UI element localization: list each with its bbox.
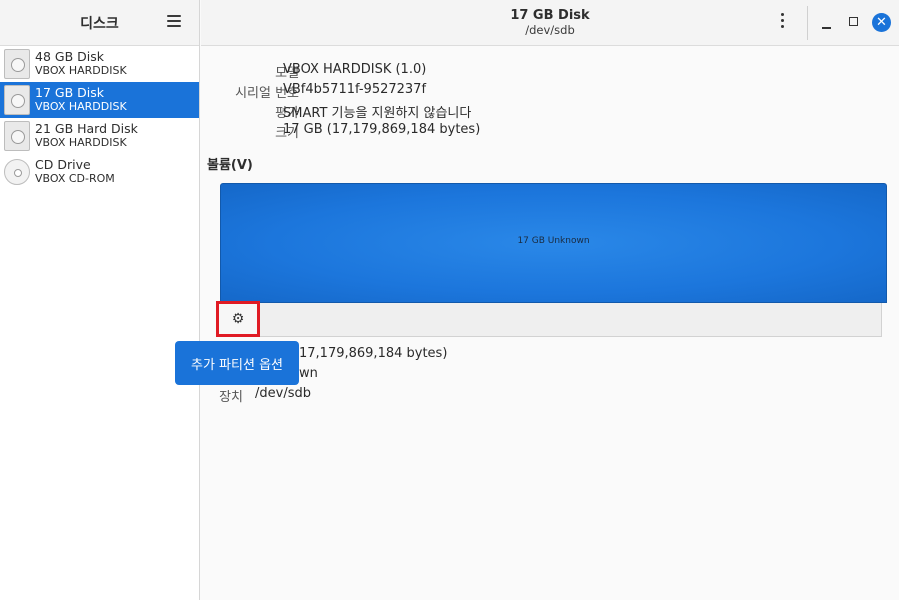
harddisk-icon bbox=[4, 85, 30, 115]
volume-toolbar bbox=[220, 303, 882, 337]
sidebar: 디스크 48 GB Disk VBOX HARDDISK 17 GB Disk … bbox=[0, 0, 200, 600]
disk-model: VBOX CD-ROM bbox=[35, 172, 115, 185]
cd-drive-icon bbox=[4, 159, 30, 185]
volume-partition-block[interactable]: 17 GB Unknown bbox=[220, 183, 887, 303]
device-value: /dev/sdb bbox=[255, 386, 311, 401]
serial-value: VBf4b5711f-9527237f bbox=[283, 82, 427, 97]
disk-model: VBOX HARDDISK bbox=[35, 64, 127, 77]
disk-item-21gb[interactable]: 21 GB Hard Disk VBOX HARDDISK bbox=[0, 118, 199, 154]
sidebar-title: 디스크 bbox=[80, 15, 119, 32]
disk-item-17gb[interactable]: 17 GB Disk VBOX HARDDISK bbox=[0, 82, 199, 118]
maximize-icon[interactable] bbox=[849, 17, 858, 26]
volume-contents-value: wn bbox=[299, 366, 318, 381]
page-subtitle: /dev/sdb bbox=[525, 23, 575, 37]
harddisk-icon bbox=[4, 49, 30, 79]
device-label: 장치 bbox=[219, 390, 243, 405]
volumes-heading: 볼륨(V) bbox=[207, 158, 253, 173]
sidebar-header: 디스크 bbox=[0, 0, 199, 46]
harddisk-icon bbox=[4, 121, 30, 151]
close-icon[interactable]: ✕ bbox=[872, 13, 891, 32]
more-options-icon[interactable] bbox=[775, 13, 789, 33]
gear-icon: ⚙ bbox=[231, 311, 245, 327]
hamburger-menu-icon[interactable] bbox=[167, 15, 181, 29]
partition-options-button[interactable]: ⚙ bbox=[216, 301, 260, 337]
disk-name: 21 GB Hard Disk bbox=[35, 121, 138, 136]
disk-name: CD Drive bbox=[35, 157, 91, 172]
disk-name: 48 GB Disk bbox=[35, 49, 104, 64]
minimize-icon[interactable] bbox=[822, 27, 831, 29]
volume-label: 17 GB Unknown bbox=[517, 236, 590, 246]
disk-item-48gb[interactable]: 48 GB Disk VBOX HARDDISK bbox=[0, 46, 199, 82]
disk-name: 17 GB Disk bbox=[35, 85, 104, 100]
disk-model: VBOX HARDDISK bbox=[35, 136, 127, 149]
tooltip: 추가 파티션 옵션 bbox=[175, 341, 299, 385]
main-header: 17 GB Disk /dev/sdb ✕ bbox=[201, 0, 899, 46]
disk-item-cd-drive[interactable]: CD Drive VBOX CD-ROM bbox=[0, 154, 199, 190]
rating-value: SMART 기능을 지원하지 않습니다 bbox=[283, 106, 472, 121]
size-value: 17 GB (17,179,869,184 bytes) bbox=[283, 122, 481, 137]
disk-model: VBOX HARDDISK bbox=[35, 100, 127, 113]
model-value: VBOX HARDDISK (1.0) bbox=[283, 62, 427, 77]
page-title: 17 GB Disk bbox=[510, 8, 590, 23]
header-divider bbox=[807, 6, 808, 40]
volume-size-value: 17,179,869,184 bytes) bbox=[299, 346, 448, 361]
